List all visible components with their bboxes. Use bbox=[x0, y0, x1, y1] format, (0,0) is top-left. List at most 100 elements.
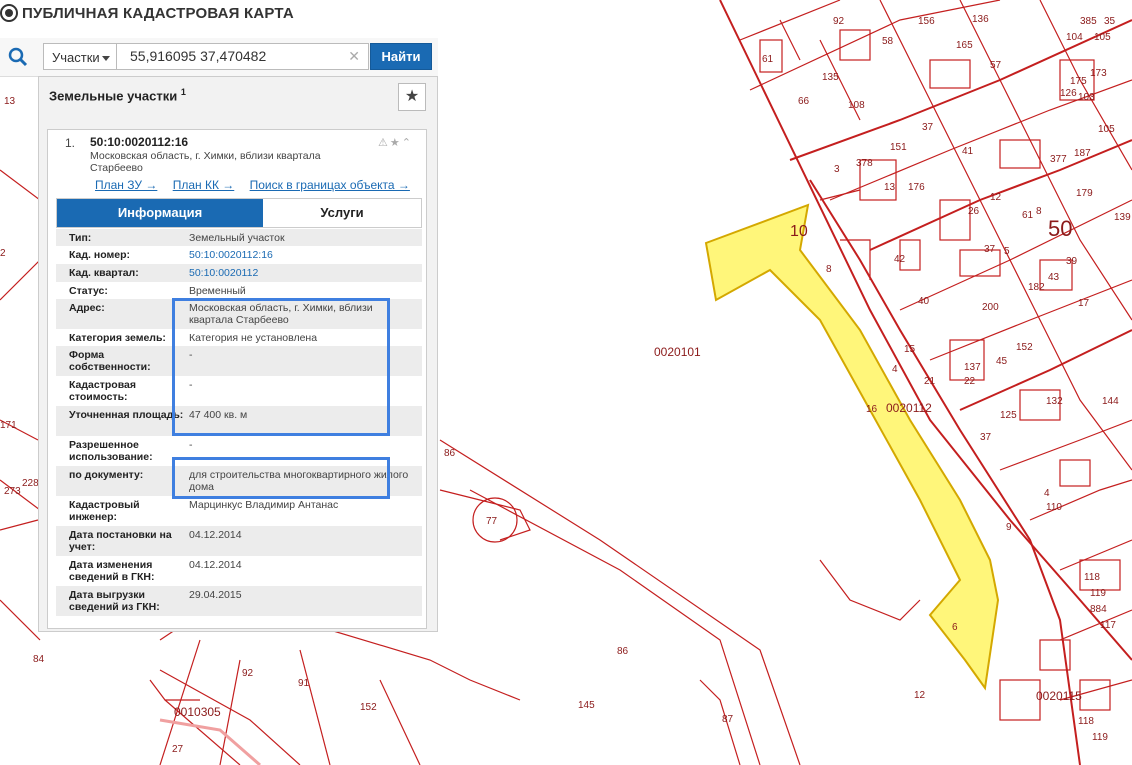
map-label: 377 bbox=[1050, 154, 1067, 165]
map-label: 91 bbox=[298, 678, 310, 689]
map-label: 0020101 bbox=[654, 345, 701, 359]
warning-icon[interactable]: ⚠ bbox=[378, 137, 390, 149]
link-search-in-bounds[interactable]: Поиск в границах объекта → bbox=[250, 178, 410, 192]
info-key: Уточненная площадь: bbox=[69, 409, 184, 421]
search-input[interactable]: 55,916095 37,470482 ✕ bbox=[117, 43, 369, 70]
info-key: Кад. квартал: bbox=[69, 267, 139, 279]
map-label: 77 bbox=[486, 516, 498, 527]
info-row: Дата выгрузки сведений из ГКН: 29.04.2015 bbox=[56, 586, 422, 616]
map-label: 385 bbox=[1080, 16, 1097, 27]
tab-services[interactable]: Услуги bbox=[263, 199, 421, 227]
info-key: Кад. номер: bbox=[69, 249, 131, 261]
info-key: Разрешенное использование: bbox=[69, 439, 153, 463]
map-label: 118 bbox=[1084, 572, 1100, 583]
map-label: 42 bbox=[894, 254, 906, 265]
map-label: 66 bbox=[798, 96, 810, 107]
info-row: Тип: Земельный участок bbox=[56, 229, 422, 246]
info-value: - bbox=[189, 439, 193, 451]
map-label: 151 bbox=[890, 142, 907, 153]
link-plan-zu[interactable]: План ЗУ → bbox=[95, 178, 157, 192]
map-label: 176 bbox=[908, 182, 925, 193]
map-label: 16 bbox=[866, 404, 878, 415]
map-label: 27 bbox=[172, 744, 184, 755]
map-label: 104 bbox=[1066, 32, 1083, 43]
map-label: 3 bbox=[834, 164, 840, 175]
info-key: по документу: bbox=[69, 469, 144, 481]
map-label: 108 bbox=[848, 100, 865, 111]
result-index: 1. bbox=[65, 136, 76, 150]
map-label: 12 bbox=[990, 192, 1002, 203]
map-label: 10 bbox=[790, 223, 808, 240]
map-label: 6 bbox=[952, 622, 958, 633]
map-label: 26 bbox=[968, 206, 980, 217]
clear-icon[interactable]: ✕ bbox=[348, 44, 360, 69]
map-label: 119 bbox=[1092, 732, 1108, 743]
info-key: Статус: bbox=[69, 285, 108, 297]
info-row: Дата изменения сведений в ГКН: 04.12.2014 bbox=[56, 556, 422, 586]
map-label: 61 bbox=[1022, 210, 1034, 221]
favorite-button[interactable]: ★ bbox=[398, 83, 426, 111]
info-value: 04.12.2014 bbox=[189, 559, 242, 571]
search-icon[interactable] bbox=[8, 47, 28, 67]
result-cad-number[interactable]: 50:10:0020112:16 bbox=[90, 135, 188, 149]
highlight-box-address bbox=[172, 298, 390, 436]
find-button[interactable]: Найти bbox=[370, 43, 432, 70]
map-label: 175 bbox=[1070, 76, 1087, 87]
map-label: 118 bbox=[1078, 716, 1094, 727]
map-label: 87 bbox=[722, 714, 734, 725]
chevron-up-icon[interactable]: ⌃ bbox=[402, 137, 413, 149]
info-value: Земельный участок bbox=[189, 232, 285, 244]
map-label: 103 bbox=[1078, 92, 1095, 103]
info-key: Дата постановки на учет: bbox=[69, 529, 172, 553]
results-count: 1 bbox=[180, 87, 186, 97]
map-label: 179 bbox=[1076, 188, 1093, 199]
info-row: Дата постановки на учет: 04.12.2014 bbox=[56, 526, 422, 556]
map-label: 110 bbox=[1046, 502, 1062, 513]
map-label: 22 bbox=[964, 376, 976, 387]
info-key: Дата выгрузки сведений из ГКН: bbox=[69, 589, 160, 613]
info-value: 04.12.2014 bbox=[189, 529, 242, 541]
map-label: 15 bbox=[904, 344, 916, 355]
info-key: Категория земель: bbox=[69, 332, 166, 344]
map-label: 132 bbox=[1046, 396, 1063, 407]
map-label: 86 bbox=[444, 448, 456, 459]
map-label: 21 bbox=[924, 376, 936, 387]
map-label: 13 bbox=[884, 182, 896, 193]
star-icon[interactable]: ★ bbox=[390, 137, 402, 149]
info-key: Дата изменения сведений в ГКН: bbox=[69, 559, 155, 583]
tab-information[interactable]: Информация bbox=[57, 199, 263, 227]
map-label: 57 bbox=[990, 60, 1002, 71]
result-links: План ЗУ → План КК → Поиск в границах объ… bbox=[95, 178, 422, 192]
map-label: 117 bbox=[1100, 620, 1116, 631]
info-key: Тип: bbox=[69, 232, 92, 244]
map-label: 43 bbox=[1048, 272, 1060, 283]
highlight-box-document bbox=[172, 457, 390, 499]
info-key: Форма собственности: bbox=[69, 349, 151, 373]
info-row: Статус: Временный bbox=[56, 282, 422, 299]
info-key: Кадастровый инженер: bbox=[69, 499, 140, 523]
search-type-select[interactable]: Участки bbox=[43, 43, 117, 70]
map-label: 41 bbox=[962, 146, 974, 157]
map-label: 12 bbox=[914, 690, 926, 701]
map-label: 884 bbox=[1090, 604, 1107, 615]
info-value[interactable]: 50:10:0020112 bbox=[189, 267, 419, 279]
map-label: 136 bbox=[972, 14, 989, 25]
map-label: 144 bbox=[1102, 396, 1119, 407]
map-label: 139 bbox=[1114, 212, 1131, 223]
result-tabs: Информация Услуги bbox=[56, 198, 422, 228]
map-label: 92 bbox=[833, 16, 845, 27]
link-plan-kk[interactable]: План КК → bbox=[173, 178, 235, 192]
map-label: 145 bbox=[578, 700, 595, 711]
map-label: 137 bbox=[964, 362, 981, 373]
map-label: 35 bbox=[1104, 16, 1116, 27]
map-label: 86 bbox=[617, 646, 629, 657]
map-label: 17 bbox=[1078, 298, 1090, 309]
map-label: 40 bbox=[918, 296, 930, 307]
map-label: 4 bbox=[1044, 488, 1050, 499]
map-label: 84 bbox=[33, 654, 45, 665]
search-bar: Участки 55,916095 37,470482 ✕ Найти bbox=[0, 38, 438, 77]
map-label: 5 bbox=[1004, 246, 1010, 257]
info-value[interactable]: 50:10:0020112:16 bbox=[189, 249, 419, 261]
map-label: 8 bbox=[1036, 206, 1042, 217]
map-label: 105 bbox=[1094, 32, 1111, 43]
